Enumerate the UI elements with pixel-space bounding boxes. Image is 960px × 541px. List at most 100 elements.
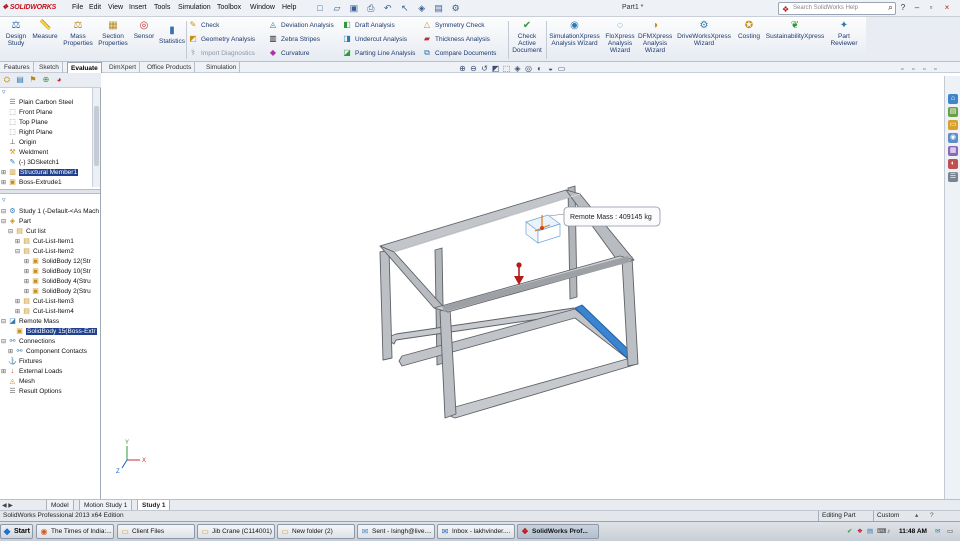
statistics-button[interactable]: ▮ Statistics xyxy=(158,25,186,45)
expand-icon[interactable]: ⊞ xyxy=(24,277,31,287)
file-properties-icon[interactable]: ▤ xyxy=(433,2,445,14)
taskbar-item-inbox[interactable]: ✉ Inbox - lakhvinder.... xyxy=(437,524,515,539)
tree-item-solidbody-4[interactable]: ⊞ ▣ SolidBody 4(Stru xyxy=(24,277,91,287)
rebuild-icon[interactable]: ◈ xyxy=(416,2,428,14)
dfmxpress-button[interactable]: ◑ DFMXpress Analysis Wizard xyxy=(638,20,672,54)
frame-bottom-rail-front[interactable] xyxy=(444,356,635,419)
view-settings-icon[interactable]: ▭ xyxy=(557,64,566,74)
tree-item-material[interactable]: ☰ Plain Carbon Steel xyxy=(8,98,73,108)
taskbar-item-solidworks[interactable]: ❖ SolidWorks Prof... xyxy=(517,524,599,539)
menu-help[interactable]: Help xyxy=(282,4,296,11)
tree-item-origin[interactable]: ⊥ Origin xyxy=(8,138,36,148)
open-icon[interactable]: ▱ xyxy=(331,2,343,14)
tray-network-icon[interactable]: ▤ xyxy=(867,524,873,539)
menu-toolbox[interactable]: Toolbox xyxy=(217,4,241,11)
expand-icon[interactable]: ⊞ xyxy=(15,307,22,317)
tab-evaluate[interactable]: Evaluate xyxy=(67,62,102,73)
driveworksxpress-button[interactable]: ⚙ DriveWorksXpress Wizard xyxy=(675,20,733,47)
previous-view-icon[interactable]: ↺ xyxy=(480,64,489,74)
undo-icon[interactable]: ↶ xyxy=(382,2,394,14)
tree-item-right-plane[interactable]: ⬚ Right Plane xyxy=(8,128,52,138)
save-icon[interactable]: ▣ xyxy=(348,2,360,14)
collapse-icon[interactable]: ⊟ xyxy=(8,227,15,237)
remote-mass-glyph[interactable] xyxy=(525,214,561,244)
taskbar-item-times-of-india[interactable]: ◉ The Times of India:... xyxy=(36,524,114,539)
menu-tools[interactable]: Tools xyxy=(154,4,170,11)
check-active-document-button[interactable]: ✔ Check Active Document xyxy=(510,20,544,54)
print-icon[interactable]: ⎙ xyxy=(365,2,377,14)
symmetry-check-button[interactable]: △ Symmetry Check xyxy=(422,20,496,30)
sensor-button[interactable]: ◎ Sensor xyxy=(131,20,157,40)
feature-manager-icon[interactable]: ⛭ xyxy=(2,75,12,85)
expand-icon[interactable]: ⊞ xyxy=(24,287,31,297)
design-study-button[interactable]: ⚖ Design Study xyxy=(3,20,29,47)
help-search-box[interactable]: ❖ Search SolidWorks Help ⌕ xyxy=(778,2,896,15)
measure-button[interactable]: 📏 Measure xyxy=(31,20,59,40)
filter-icon[interactable]: ▿ xyxy=(2,88,6,96)
viewport-close-icon[interactable]: ▫ xyxy=(934,66,942,74)
expand-icon[interactable]: ⊞ xyxy=(1,178,8,188)
search-input[interactable]: Search SolidWorks Help xyxy=(793,5,858,11)
tree-item-mesh[interactable]: ◬ Mesh xyxy=(8,377,35,387)
status-help-icon[interactable]: ? xyxy=(930,511,934,521)
tree-item-cut-list[interactable]: ⊟ ▤ Cut list xyxy=(8,227,46,237)
zoom-to-area-icon[interactable]: ⊖ xyxy=(469,64,478,74)
tree-item-cut-list-item-3[interactable]: ⊞ ▤ Cut-List-Item3 xyxy=(15,297,74,307)
hide-show-items-icon[interactable]: ◎ xyxy=(524,64,533,74)
custom-properties-icon[interactable]: ☰ xyxy=(948,172,958,182)
zoom-to-fit-icon[interactable]: ⊕ xyxy=(458,64,467,74)
status-units[interactable]: Custom xyxy=(873,511,899,521)
model-view[interactable]: Remote Mass : 409145 kg Y X Z xyxy=(102,76,944,499)
edit-appearance-icon[interactable]: ◐ xyxy=(535,64,544,74)
tree-item-remote-mass[interactable]: ⊟ ◪ Remote Mass xyxy=(1,317,59,327)
thickness-analysis-button[interactable]: ▰ Thickness Analysis xyxy=(422,34,496,44)
options-icon[interactable]: ⚙ xyxy=(450,2,462,14)
load-arrow-icon[interactable] xyxy=(514,262,524,285)
tree-item-solidbody-10[interactable]: ⊞ ▣ SolidBody 10(Str xyxy=(24,267,91,277)
tab-office-products[interactable]: Office Products xyxy=(144,62,196,73)
graphics-area[interactable]: Remote Mass : 409145 kg Y X Z xyxy=(102,76,944,499)
check-button[interactable]: ✎ Check xyxy=(188,20,255,30)
import-diagnostics-button[interactable]: ⚕ Import Diagnostics xyxy=(188,48,255,58)
tree-item-fixtures[interactable]: ⚓ Fixtures xyxy=(8,357,42,367)
search-results-icon[interactable]: ◉ xyxy=(948,133,958,143)
scroll-tabs-icon[interactable]: ◀ ▶ xyxy=(2,502,13,509)
expand-icon[interactable]: ⊞ xyxy=(24,257,31,267)
expand-icon[interactable]: ⊞ xyxy=(8,347,15,357)
expand-icon[interactable]: ⊞ xyxy=(15,237,22,247)
tree-item-part[interactable]: ⊟ ◈ Part xyxy=(1,217,31,227)
property-manager-icon[interactable]: ▤ xyxy=(15,75,25,85)
help-dropdown-icon[interactable]: ? xyxy=(898,3,908,13)
filter-icon[interactable]: ▿ xyxy=(2,196,6,204)
frame-leg-left[interactable] xyxy=(379,249,393,361)
tree-item-top-plane[interactable]: ⬚ Top Plane xyxy=(8,118,48,128)
close-icon[interactable]: × xyxy=(942,3,952,13)
restore-icon[interactable]: ▫ xyxy=(926,3,936,13)
expand-icon[interactable]: ⊞ xyxy=(1,168,8,178)
tree-item-cut-list-item-1[interactable]: ⊞ ▤ Cut-List-Item1 xyxy=(15,237,74,247)
parting-line-analysis-button[interactable]: ◪ Parting Line Analysis xyxy=(342,48,415,58)
menu-view[interactable]: View xyxy=(108,4,123,11)
viewport-restore-icon[interactable]: ▫ xyxy=(912,66,920,74)
file-explorer-icon[interactable]: ▭ xyxy=(948,120,958,130)
tree-item-solidbody-2[interactable]: ⊞ ▣ SolidBody 2(Stru xyxy=(24,287,91,297)
scrollbar-thumb[interactable] xyxy=(94,106,99,166)
search-icon[interactable]: ⌕ xyxy=(888,2,893,13)
tree-item-boss-extrude[interactable]: ⊞ ▣ Boss-Extrude1 xyxy=(1,178,62,188)
tree-item-component-contacts[interactable]: ⊞ ⚯ Component Contacts xyxy=(8,347,87,357)
new-document-icon[interactable]: □ xyxy=(314,2,326,14)
taskbar-item-new-folder[interactable]: ▭ New folder (2) xyxy=(277,524,355,539)
design-library-icon[interactable]: ▤ xyxy=(948,107,958,117)
feature-tree-scrollbar[interactable] xyxy=(92,88,100,187)
frame-leg-front-left[interactable] xyxy=(439,307,457,419)
collapse-icon[interactable]: ⊟ xyxy=(1,317,8,327)
section-properties-button[interactable]: ▦ Section Properties xyxy=(97,20,129,47)
tray-outlook-icon[interactable]: ✉ xyxy=(935,524,940,539)
tree-item-study[interactable]: ⊟ ⚙ Study 1 (-Default-<As Mach xyxy=(1,207,99,217)
deviation-analysis-button[interactable]: ◬ Deviation Analysis xyxy=(268,20,334,30)
collapse-icon[interactable]: ⊟ xyxy=(1,207,8,217)
viewport-minimize-icon[interactable]: ▫ xyxy=(901,66,909,74)
collapse-icon[interactable]: ⊟ xyxy=(15,247,22,257)
solidworks-resources-icon[interactable]: ⌂ xyxy=(948,94,958,104)
menu-window[interactable]: Window xyxy=(250,4,275,11)
